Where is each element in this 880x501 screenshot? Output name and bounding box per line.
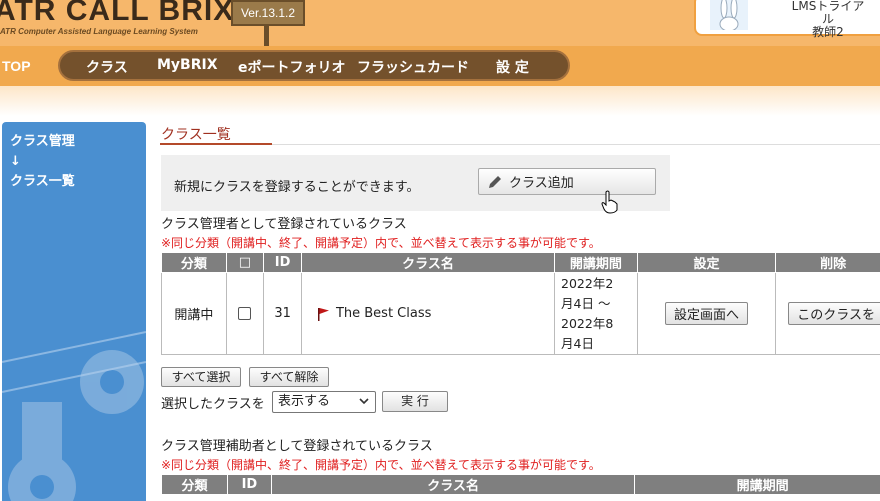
col-class-name[interactable]: クラス名	[270, 474, 636, 495]
section-assistant-classes: クラス管理補助者として登録されているクラス	[161, 439, 433, 454]
assistant-class-table: 分類 ID クラス名 開講期間	[161, 474, 880, 495]
row-checkbox[interactable]	[238, 307, 252, 320]
nav-item-eportfolio[interactable]: eポートフォリオ	[238, 57, 346, 77]
pencil-icon	[489, 175, 501, 188]
add-class-text: 新規にクラスを登録することができます。	[174, 180, 420, 195]
row-period: 2022年2 月4日 ～ 2022年8 月4日	[554, 272, 638, 355]
row-delete-cell: このクラスを	[775, 272, 880, 355]
col-settings: 設定	[636, 252, 777, 273]
add-class-button[interactable]: クラス追加	[478, 168, 656, 195]
user-name: LMSトライアル 教師2	[788, 0, 868, 39]
user-info-box[interactable]: LMSトライアル 教師2	[694, 0, 880, 39]
add-class-label: クラス追加	[509, 176, 574, 191]
nav-item-settings[interactable]: 設 定	[496, 57, 529, 77]
user-role: 教師2	[812, 25, 844, 39]
action-select-value: 表示する	[278, 394, 331, 409]
nav-item-mybrix[interactable]: MyBRIX	[157, 57, 218, 73]
settings-page-button[interactable]: 設定画面へ	[664, 302, 748, 325]
row-checkbox-cell	[225, 272, 265, 355]
period-line: 2022年2	[561, 275, 614, 291]
delete-class-button[interactable]: このクラスを	[788, 302, 880, 325]
sort-notice-2: ※同じ分類（開講中、終了、開講予定）内で、並べ替えて表示する事が可能です。	[161, 458, 601, 472]
col-status[interactable]: 分類	[161, 474, 228, 495]
app-logo-subtitle: ATR Computer Assisted Language Learning …	[0, 27, 198, 36]
action-select[interactable]: 表示する	[272, 391, 376, 413]
selected-classes-label: 選択したクラスを	[161, 397, 265, 412]
row-status: 開講中	[161, 272, 227, 355]
user-org: LMSトライアル	[791, 0, 865, 26]
nav-item-flashcard[interactable]: フラッシュカード	[357, 57, 469, 77]
table-row: 開講中 31 The Best Class 2022年2 月4日 ～ 2022年…	[161, 272, 880, 355]
col-status[interactable]: 分類	[161, 252, 227, 273]
section-admin-classes: クラス管理者として登録されているクラス	[161, 217, 407, 232]
sort-notice: ※同じ分類（開講中、終了、開講予定）内で、並べ替えて表示する事が可能です。	[161, 236, 601, 250]
chevron-down-icon	[359, 398, 369, 405]
class-table: 分類 □ ID クラス名 開講期間 設定 削除 開講中 31 The Best …	[161, 252, 880, 355]
col-delete: 削除	[775, 252, 880, 273]
nav-item-class[interactable]: クラス	[86, 57, 128, 77]
period-line: 月4日 ～	[561, 295, 611, 311]
col-period[interactable]: 開講期間	[634, 474, 880, 495]
page-title: クラス一覧	[161, 127, 231, 143]
rabbit-avatar-icon	[710, 0, 748, 30]
sidebar-breadcrumb: クラス管理 ↓ クラス一覧	[10, 132, 75, 192]
deselect-all-button[interactable]: すべて解除	[249, 367, 329, 387]
table-header-row: 分類 □ ID クラス名 開講期間 設定 削除	[161, 252, 880, 273]
row-settings-cell: 設定画面へ	[636, 272, 777, 355]
flag-icon	[317, 307, 329, 321]
period-line: 月4日	[561, 335, 594, 351]
col-period[interactable]: 開講期間	[554, 252, 638, 273]
col-id[interactable]: ID	[263, 252, 302, 273]
row-id: 31	[263, 272, 302, 355]
sidebar-arrow: ↓	[10, 154, 21, 169]
sidebar-item-class-manage[interactable]: クラス管理	[10, 132, 75, 152]
row-class-name[interactable]: The Best Class	[336, 306, 431, 321]
title-underline	[160, 143, 272, 145]
table-header-row: 分類 ID クラス名 開講期間	[161, 474, 880, 495]
sidebar-item-class-list[interactable]: クラス一覧	[10, 172, 75, 192]
version-signpost	[264, 26, 269, 46]
select-all-button[interactable]: すべて選択	[161, 367, 241, 387]
period-line: 2022年8	[561, 315, 614, 331]
gears-decoration-icon	[2, 331, 146, 501]
col-checkbox: □	[225, 252, 265, 273]
col-class-name[interactable]: クラス名	[300, 252, 556, 273]
app-logo[interactable]: ATR CALL BRIX	[0, 0, 234, 28]
version-sign: Ver.13.1.2	[231, 0, 305, 26]
row-class-name-cell: The Best Class	[300, 272, 556, 355]
nav-top-link[interactable]: TOP	[0, 49, 40, 83]
header-fade	[0, 86, 880, 116]
col-id[interactable]: ID	[226, 474, 272, 495]
execute-button[interactable]: 実 行	[382, 391, 448, 412]
hand-cursor-icon	[601, 190, 618, 214]
